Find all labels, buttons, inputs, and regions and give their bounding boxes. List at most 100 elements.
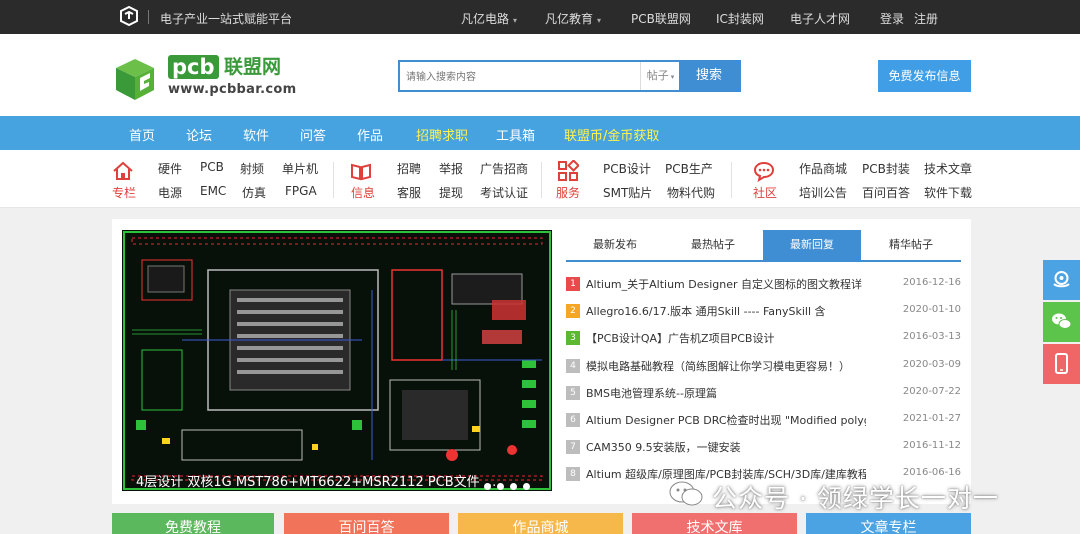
publish-button[interactable]: 免费发布信息	[878, 60, 971, 92]
login-link[interactable]: 登录	[880, 10, 904, 27]
nav-works[interactable]: 作品	[357, 125, 383, 144]
category-link[interactable]: EMC	[200, 184, 226, 198]
post-title[interactable]: Altium Designer PCB DRC检查时出现 "Modified p…	[586, 412, 866, 428]
topnav-fanyi-circuit[interactable]: 凡亿电路 ▾	[461, 10, 517, 27]
carousel-dot[interactable]	[484, 483, 491, 490]
list-item[interactable]: 3 【PCB设计QA】广告机Z项目PCB设计 2016-03-13	[566, 329, 961, 347]
category-link[interactable]: 仿真	[242, 184, 266, 201]
post-date: 2020-01-10	[902, 304, 961, 315]
nav-jobs[interactable]: 招聘求职	[416, 125, 468, 144]
carousel-dots	[484, 475, 536, 491]
post-tabs: 最新发布 最热帖子 最新回复 精华帖子	[566, 230, 961, 262]
post-title[interactable]: 【PCB设计QA】广告机Z项目PCB设计	[586, 330, 866, 346]
tech-library-button[interactable]: 技术文库	[632, 513, 797, 534]
banner-carousel[interactable]: 4层设计 双核1G MST786+MT6622+MSR2112 PCB文件 ..…	[122, 230, 552, 491]
category-link[interactable]: 电源	[158, 184, 182, 201]
qa-button[interactable]: 百问百答	[284, 513, 449, 534]
post-date: 2016-03-13	[902, 331, 961, 342]
post-title[interactable]: Allegro16.6/17.版本 通用Skill ---- FanySkill…	[586, 303, 866, 319]
home-icon[interactable]	[112, 160, 134, 182]
nav-qa[interactable]: 问答	[300, 125, 326, 144]
rank-badge: 7	[566, 440, 580, 454]
carousel-dot[interactable]	[497, 483, 504, 490]
category-label: 社区	[753, 186, 778, 200]
site-logo-icon[interactable]	[118, 6, 140, 28]
nav-coins[interactable]: 联盟币/金币获取	[564, 125, 659, 144]
rank-badge: 5	[566, 386, 580, 400]
category-link[interactable]: PCB封装	[862, 160, 910, 177]
category-link[interactable]: SMT贴片	[603, 184, 652, 201]
search-input[interactable]	[406, 68, 636, 86]
brand-logo[interactable]: pcb 联盟网 www.pcbbar.com	[112, 54, 296, 104]
topnav-fanyi-education[interactable]: 凡亿教育 ▾	[545, 10, 601, 27]
list-item[interactable]: 7 CAM350 9.5安装版，一键安装 2016-11-12	[566, 438, 961, 456]
carousel-dot[interactable]	[510, 483, 517, 490]
category-link[interactable]: PCB设计	[603, 160, 651, 177]
tab-hot-posts[interactable]: 最热帖子	[664, 230, 762, 260]
category-link[interactable]: 招聘	[397, 160, 421, 177]
search-box: 帖子▾ 搜索	[398, 60, 741, 92]
category-link[interactable]: PCB生产	[665, 160, 713, 177]
nav-software[interactable]: 软件	[243, 125, 269, 144]
category-link[interactable]: 百问百答	[862, 184, 910, 201]
category-link[interactable]: 技术文章	[924, 160, 972, 177]
list-item[interactable]: 5 BMS电池管理系统--原理篇 2020-07-22	[566, 384, 961, 402]
list-item[interactable]: 2 Allegro16.6/17.版本 通用Skill ---- FanySki…	[566, 302, 961, 320]
logo-name: 联盟网	[224, 56, 282, 78]
rank-badge: 2	[566, 304, 580, 318]
list-item[interactable]: 4 模拟电路基础教程（简练图解让你学习模电更容易！） 2020-03-09	[566, 357, 961, 375]
search-type-select[interactable]: 帖子 ▾	[640, 62, 680, 90]
search-type-label: 帖子	[646, 69, 669, 82]
top-bar: 电子产业一站式赋能平台 凡亿电路 ▾ 凡亿教育 ▾ PCB联盟网 IC封装网 电子人…	[0, 0, 1080, 34]
works-mall-button[interactable]: 作品商城	[458, 513, 623, 534]
book-icon[interactable]	[350, 160, 372, 182]
category-link[interactable]: 客服	[397, 184, 421, 201]
tab-latest-posts[interactable]: 最新发布	[566, 230, 664, 260]
category-link[interactable]: 广告招商	[480, 160, 528, 177]
topnav-label: 凡亿教育	[545, 12, 594, 26]
category-link[interactable]: 软件下载	[924, 184, 972, 201]
category-link[interactable]: 提现	[439, 184, 463, 201]
carousel-dot[interactable]	[523, 483, 530, 490]
category-link[interactable]: 物料代购	[667, 184, 715, 201]
list-item[interactable]: 6 Altium Designer PCB DRC检查时出现 "Modified…	[566, 411, 961, 429]
register-link[interactable]: 注册	[914, 10, 938, 27]
grid-icon[interactable]	[557, 160, 579, 182]
tab-featured-posts[interactable]: 精华帖子	[862, 230, 960, 260]
category-column: 专栏 硬件 PCB 射频 单片机 电源 EMC 仿真 FPGA	[0, 150, 330, 208]
banner-caption[interactable]: 4层设计 双核1G MST786+MT6622+MSR2112 PCB文件 ..…	[136, 471, 496, 490]
post-title[interactable]: Altium_关于Altium Designer 自定义图标的图文教程详	[586, 276, 866, 292]
article-column-button[interactable]: 文章专栏	[806, 513, 971, 534]
post-title[interactable]: CAM350 9.5安装版，一键安装	[586, 439, 866, 455]
nav-forum[interactable]: 论坛	[186, 125, 212, 144]
headset-icon	[1053, 271, 1070, 288]
category-link[interactable]: 射频	[240, 160, 264, 177]
free-tutorial-button[interactable]: 免费教程	[112, 513, 274, 534]
category-link[interactable]: 单片机	[282, 160, 318, 177]
nav-toolbox[interactable]: 工具箱	[496, 125, 535, 144]
topnav-ic-package[interactable]: IC封装网	[716, 10, 764, 27]
wechat-button[interactable]	[1043, 302, 1080, 342]
category-link[interactable]: 培训公告	[799, 184, 847, 201]
topnav-pcb-alliance[interactable]: PCB联盟网	[631, 10, 691, 27]
topnav-talent[interactable]: 电子人才网	[790, 10, 850, 27]
category-link[interactable]: 举报	[439, 160, 463, 177]
rank-badge: 6	[566, 413, 580, 427]
mobile-button[interactable]	[1043, 344, 1080, 384]
nav-home[interactable]: 首页	[129, 125, 155, 144]
post-title[interactable]: 模拟电路基础教程（简练图解让你学习模电更容易！）	[586, 358, 866, 374]
category-info: 信息 招聘 举报 广告招商 客服 提现 考试认证	[340, 150, 540, 208]
header: pcb 联盟网 www.pcbbar.com 帖子▾ 搜索 免费发布信息	[0, 34, 1080, 116]
category-link[interactable]: 考试认证	[480, 184, 528, 201]
list-item[interactable]: 1 Altium_关于Altium Designer 自定义图标的图文教程详 2…	[566, 275, 961, 293]
category-link[interactable]: 作品商城	[799, 160, 847, 177]
tab-latest-replies[interactable]: 最新回复	[763, 230, 861, 260]
customer-service-button[interactable]	[1043, 260, 1080, 300]
chat-icon[interactable]	[753, 160, 775, 182]
category-link[interactable]: 硬件	[158, 160, 182, 177]
post-title[interactable]: BMS电池管理系统--原理篇	[586, 385, 866, 401]
divider	[541, 162, 542, 198]
category-link[interactable]: FPGA	[285, 184, 317, 198]
category-link[interactable]: PCB	[200, 160, 224, 174]
search-button[interactable]: 搜索	[679, 62, 739, 90]
